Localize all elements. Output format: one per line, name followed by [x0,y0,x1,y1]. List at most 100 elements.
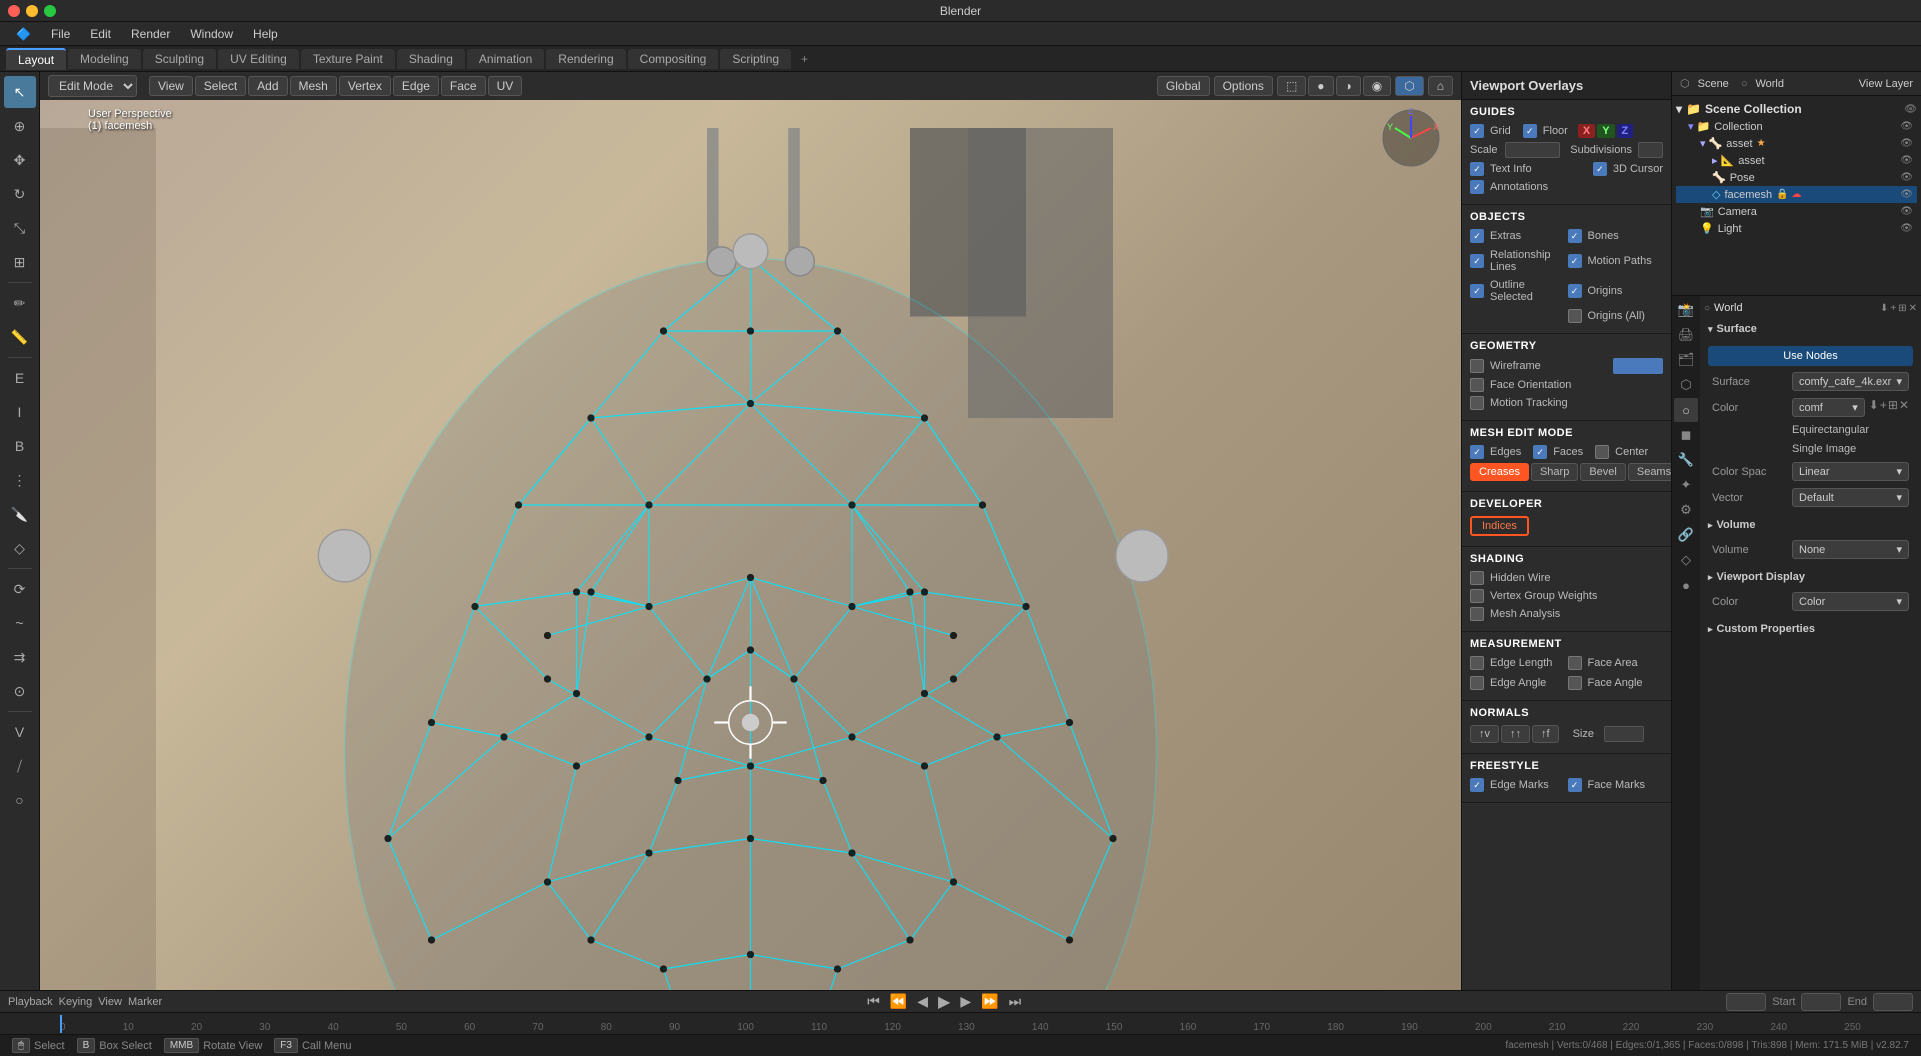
motion-tracking-checkbox[interactable] [1470,396,1484,410]
prev-keyframe-btn[interactable]: ⏪ [887,993,910,1010]
wireframe-value[interactable]: 1.000 [1613,358,1663,374]
bones-checkbox[interactable] [1568,229,1582,243]
viewport[interactable]: Edit Mode View Select Add Mesh Vertex Ed… [40,72,1461,990]
seams-tab[interactable]: Seams [1628,463,1671,481]
viewport-display-header[interactable]: ▸ Viewport Display [1704,568,1917,586]
view-layer-label[interactable]: View Layer [1859,78,1913,90]
mesh-analysis-checkbox[interactable] [1470,607,1484,621]
eye-asset[interactable]: 👁 [1900,138,1913,149]
color-space-dropdown[interactable]: Linear ▾ [1792,462,1909,481]
keying-label[interactable]: Keying [59,996,93,1008]
cursor-3d-checkbox[interactable] [1593,162,1607,176]
axis-x-btn[interactable]: X [1578,124,1595,138]
sharp-tab[interactable]: Sharp [1531,463,1578,481]
asset-sub-item[interactable]: ▸ 📐 asset 👁 [1676,152,1917,169]
menu-edit[interactable]: Edit [82,25,119,43]
world-label[interactable]: World [1755,78,1784,90]
facemesh-item[interactable]: ◇ facemesh 🔒 ☁ 👁 [1676,186,1917,203]
creases-tab[interactable]: Creases [1470,463,1529,481]
global-select[interactable]: Global [1157,76,1210,96]
edge-slide-button[interactable]: ⇉ [4,641,36,673]
color-unlink-btn[interactable]: ✕ [1899,398,1909,417]
edges-checkbox[interactable] [1470,445,1484,459]
spin-button[interactable]: ⟳ [4,573,36,605]
world-props-icon active[interactable]: ○ [1674,398,1698,422]
gizmos-btn[interactable]: ⌂ [1428,76,1453,96]
menu-help[interactable]: Help [245,25,286,43]
color-dup-btn[interactable]: ⊞ [1888,398,1898,417]
face-orientation-checkbox[interactable] [1470,378,1484,392]
select-tool-button[interactable]: ↖ [4,76,36,108]
physics-props-icon[interactable]: ⚙ [1674,498,1698,522]
start-frame-input[interactable]: 1 [1801,993,1841,1011]
surface-section-header[interactable]: ▾ Surface [1704,320,1917,338]
overlays-btn[interactable]: ⬡ [1395,76,1423,96]
marker-label[interactable]: Marker [128,996,162,1008]
eye-collection[interactable]: 👁 [1900,121,1913,132]
indices-button[interactable]: Indices [1470,516,1529,536]
constraints-props-icon[interactable]: 🔗 [1674,523,1698,547]
custom-props-header[interactable]: ▸ Custom Properties [1704,620,1917,638]
volume-section-header[interactable]: ▸ Volume [1704,516,1917,534]
transform-tool-button[interactable]: ⊞ [4,246,36,278]
bevel-tab[interactable]: Bevel [1580,463,1626,481]
data-props-icon[interactable]: ◇ [1674,548,1698,572]
tab-scripting[interactable]: Scripting [720,49,791,69]
relationship-lines-checkbox[interactable] [1470,254,1484,268]
render-props-icon[interactable]: 📸 [1674,298,1698,322]
bevel-button[interactable]: B [4,430,36,462]
split-normals-btn[interactable]: ↑↑ [1501,725,1530,743]
tab-uv-editing[interactable]: UV Editing [218,49,299,69]
modifier-props-icon[interactable]: 🔧 [1674,448,1698,472]
eye-icon-collection[interactable]: 👁 [1904,104,1917,115]
object-props-icon[interactable]: ◼ [1674,423,1698,447]
edit-mode-select[interactable]: Edit Mode [48,75,137,97]
render-shading-btn[interactable]: ◉ [1363,76,1391,96]
play-btn[interactable]: ▶ [935,992,953,1012]
menu-blender[interactable]: 🔷 [8,25,39,43]
wireframe-checkbox[interactable] [1470,359,1484,373]
annotate-tool-button[interactable]: ✏ [4,287,36,319]
rotate-tool-button[interactable]: ↻ [4,178,36,210]
camera-item[interactable]: 📷 Camera 👁 [1676,203,1917,220]
inset-button[interactable]: I [4,396,36,428]
prev-frame-btn[interactable]: ◀ [914,993,931,1010]
maximize-button[interactable] [44,5,56,17]
menu-file[interactable]: File [43,25,78,43]
tab-modeling[interactable]: Modeling [68,49,141,69]
edge-length-checkbox[interactable] [1470,656,1484,670]
move-tool-button[interactable]: ✥ [4,144,36,176]
vertex-group-weights-checkbox[interactable] [1470,589,1484,603]
collection-item[interactable]: ▾ 📁 Collection 👁 [1676,118,1917,135]
current-frame-input[interactable]: 1 [1726,993,1766,1011]
edge-angle-checkbox[interactable] [1470,676,1484,690]
color-value-dropdown[interactable]: comf ▾ [1792,398,1865,417]
menu-window[interactable]: Window [182,25,241,43]
color-browse-btn[interactable]: ⬇ [1869,398,1879,417]
center-checkbox[interactable] [1595,445,1609,459]
next-keyframe-btn[interactable]: ⏩ [978,993,1001,1010]
scale-tool-button[interactable]: ⤡ [4,212,36,244]
material-shading-btn[interactable]: ◑ [1336,76,1361,96]
eye-facemesh[interactable]: 👁 [1900,189,1913,200]
faces-checkbox[interactable] [1533,445,1547,459]
rip-button[interactable]: V [4,716,36,748]
tab-animation[interactable]: Animation [467,49,544,69]
eye-asset-sub[interactable]: 👁 [1900,155,1913,166]
jump-start-btn[interactable]: ⏮ [864,993,883,1010]
axis-widget[interactable]: X Y Z [1381,108,1441,168]
material-props-icon[interactable]: ● [1674,573,1698,597]
floor-checkbox[interactable] [1523,124,1537,138]
smooth-vertex-button[interactable]: ~ [4,607,36,639]
grid-checkbox[interactable] [1470,124,1484,138]
add-workspace-button[interactable]: + [793,50,816,68]
use-nodes-button[interactable]: Use Nodes [1708,346,1913,366]
face-normals-btn[interactable]: ↑f [1532,725,1559,743]
poly-build-button[interactable]: ◇ [4,532,36,564]
vector-dropdown[interactable]: Default ▾ [1792,488,1909,507]
timeline-view-label[interactable]: View [98,996,122,1008]
motion-paths-checkbox[interactable] [1568,254,1582,268]
scene-props-icon[interactable]: ⬡ [1674,373,1698,397]
menu-render[interactable]: Render [123,25,178,43]
tab-shading[interactable]: Shading [397,49,465,69]
